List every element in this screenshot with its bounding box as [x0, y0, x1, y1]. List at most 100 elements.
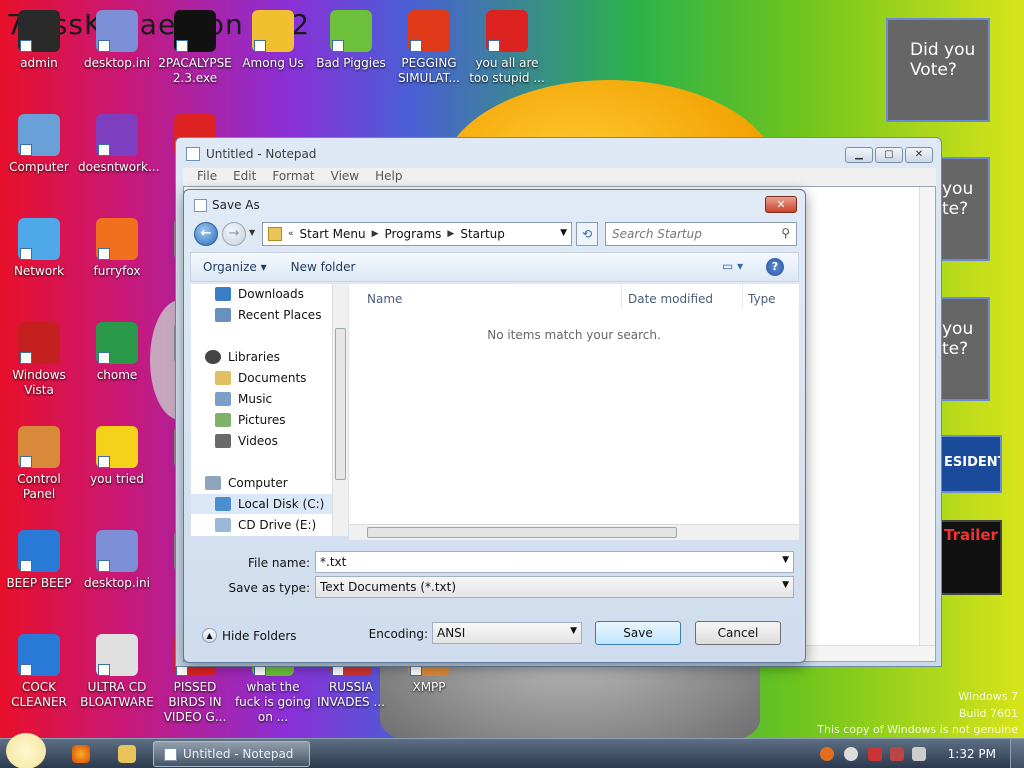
- menu-view[interactable]: View: [323, 168, 367, 186]
- recycle-bin-icon: [18, 530, 60, 572]
- watermark-build: Build 7601: [958, 707, 1018, 720]
- chevron-right-icon[interactable]: ▶: [445, 229, 456, 239]
- column-name[interactable]: Name: [367, 292, 402, 306]
- organize-button[interactable]: Organize ▾: [191, 260, 279, 274]
- explorer-icon[interactable]: [118, 745, 136, 763]
- desktop-icon[interactable]: Control Panel: [0, 426, 78, 502]
- desktop-icon[interactable]: you all are too stupid ...: [468, 10, 546, 86]
- desktop-icon[interactable]: admin: [0, 10, 78, 71]
- view-options-icon[interactable]: ▭ ▾: [722, 259, 744, 275]
- nav-libraries[interactable]: Libraries: [205, 350, 280, 364]
- dialog-close-button[interactable]: ✕: [765, 196, 797, 213]
- chevron-right-icon[interactable]: ▶: [370, 229, 381, 239]
- desktop-icon[interactable]: COCK CLEANER: [0, 634, 78, 710]
- desktop-icon[interactable]: Bad Piggies: [312, 10, 390, 71]
- maximize-button[interactable]: ▢: [875, 147, 903, 163]
- new-folder-button[interactable]: New folder: [279, 260, 368, 274]
- column-type[interactable]: Type: [748, 292, 776, 306]
- desktop-icon[interactable]: 2PACALYPSE 2.3.exe: [156, 10, 234, 86]
- desktop-icon[interactable]: PEGGING SIMULAT...: [390, 10, 468, 86]
- side-tile-vote[interactable]: Did you Vote?: [886, 18, 990, 122]
- nav-pictures[interactable]: Pictures: [215, 413, 286, 427]
- desktop-icon[interactable]: Computer: [0, 114, 78, 175]
- column-date-modified[interactable]: Date modified: [628, 292, 713, 306]
- nav-downloads[interactable]: Downloads: [215, 287, 304, 301]
- show-desktop-button[interactable]: [1010, 739, 1024, 768]
- start-button[interactable]: [6, 733, 46, 768]
- desktop-icon[interactable]: Windows Vista: [0, 322, 78, 398]
- desktop-icon[interactable]: Network: [0, 218, 78, 279]
- hide-folders-button[interactable]: ▲ Hide Folders: [202, 628, 297, 643]
- menu-file[interactable]: File: [189, 168, 225, 186]
- chevron-down-icon[interactable]: ▼: [570, 626, 577, 636]
- breadcrumb-start-menu[interactable]: Start Menu: [296, 227, 370, 241]
- nav-computer[interactable]: Computer: [205, 476, 288, 490]
- shortcut-arrow-icon: [98, 560, 110, 572]
- taskbar-notepad-button[interactable]: Untitled - Notepad: [153, 741, 310, 767]
- file-list-horizontal-scrollbar[interactable]: [349, 524, 799, 540]
- emoji-icon[interactable]: [844, 747, 858, 761]
- address-bar[interactable]: « Start Menu ▶ Programs ▶ Startup ▼: [262, 222, 572, 246]
- nav-cd-drive[interactable]: CD Drive (E:): [215, 518, 316, 532]
- side-tile-president[interactable]: ESIDENT: [940, 435, 1002, 493]
- encoding-select[interactable]: ANSI ▼: [432, 622, 582, 644]
- side-tile-trailer[interactable]: Trailer: [940, 520, 1002, 595]
- clock[interactable]: 1:32 PM: [948, 747, 996, 761]
- volume-icon[interactable]: [912, 747, 926, 761]
- libraries-icon: [205, 350, 221, 364]
- desktop-icon[interactable]: Among Us: [234, 10, 312, 71]
- refresh-button[interactable]: ⟲: [576, 222, 598, 246]
- search-icon[interactable]: [820, 747, 834, 761]
- back-button[interactable]: ←: [194, 222, 218, 246]
- network-icon[interactable]: [890, 747, 904, 761]
- desktop-icon[interactable]: doesntwork...: [78, 114, 159, 175]
- notepad-horizontal-scrollbar[interactable]: [804, 645, 935, 661]
- side-tile-3[interactable]: you te?: [940, 297, 990, 401]
- nav-local-disk[interactable]: Local Disk (C:): [191, 494, 332, 514]
- firefox-icon[interactable]: [72, 745, 90, 763]
- desktop-icon[interactable]: furryfox: [78, 218, 156, 279]
- menu-edit[interactable]: Edit: [225, 168, 264, 186]
- notepad-vertical-scrollbar[interactable]: [919, 187, 935, 647]
- search-icon[interactable]: ⚲: [781, 226, 790, 240]
- shortcut-arrow-icon: [20, 144, 32, 156]
- breadcrumb-startup[interactable]: Startup: [456, 227, 509, 241]
- minimize-button[interactable]: ▁: [845, 147, 873, 163]
- desktop-icon[interactable]: chome: [78, 322, 156, 383]
- help-icon[interactable]: ?: [766, 258, 784, 276]
- save-type-select[interactable]: Text Documents (*.txt) ▼: [315, 576, 794, 598]
- nav-music[interactable]: Music: [215, 392, 272, 406]
- action-center-icon[interactable]: [868, 747, 882, 761]
- recent-pages-dropdown[interactable]: ▼: [249, 228, 255, 237]
- desktop-icon[interactable]: BEEP BEEP: [0, 530, 78, 591]
- desktop-icon[interactable]: desktop.ini: [78, 530, 156, 591]
- navigation-scrollbar[interactable]: [332, 284, 348, 536]
- close-button[interactable]: ✕: [905, 147, 933, 163]
- desktop-icon[interactable]: you tried: [78, 426, 156, 487]
- side-tile-2[interactable]: you te?: [940, 157, 990, 261]
- save-button[interactable]: Save: [595, 621, 681, 645]
- notepad-titlebar[interactable]: Untitled - Notepad: [176, 138, 941, 170]
- desktop-icon[interactable]: desktop.ini: [78, 10, 156, 71]
- shortcut-arrow-icon: [254, 40, 266, 52]
- chrome-icon: [96, 322, 138, 364]
- nav-documents[interactable]: Documents: [215, 371, 306, 385]
- save-as-titlebar[interactable]: Save As: [184, 190, 805, 220]
- recycle-bin-icon: [18, 322, 60, 364]
- chevron-down-icon[interactable]: ▼: [782, 580, 789, 590]
- file-list[interactable]: Name Date modified Type No items match y…: [349, 284, 799, 536]
- settings-file-icon: [96, 10, 138, 52]
- forward-button[interactable]: →: [222, 222, 246, 246]
- menu-format[interactable]: Format: [264, 168, 322, 186]
- file-name-input[interactable]: *.txt ▼: [315, 551, 794, 573]
- nav-videos[interactable]: Videos: [215, 434, 278, 448]
- nav-recent-places[interactable]: Recent Places: [215, 308, 321, 322]
- desktop-icon[interactable]: ULTRA CD BLOATWARE: [78, 634, 156, 710]
- cancel-button[interactable]: Cancel: [695, 621, 781, 645]
- save-as-dialog[interactable]: Save As ✕ ← → ▼ « Start Menu ▶ Programs …: [183, 189, 806, 663]
- breadcrumb-programs[interactable]: Programs: [381, 227, 446, 241]
- chevron-down-icon[interactable]: ▼: [782, 555, 789, 565]
- address-dropdown-icon[interactable]: ▼: [560, 228, 567, 238]
- menu-help[interactable]: Help: [367, 168, 410, 186]
- search-input[interactable]: Search Startup ⚲: [605, 222, 797, 246]
